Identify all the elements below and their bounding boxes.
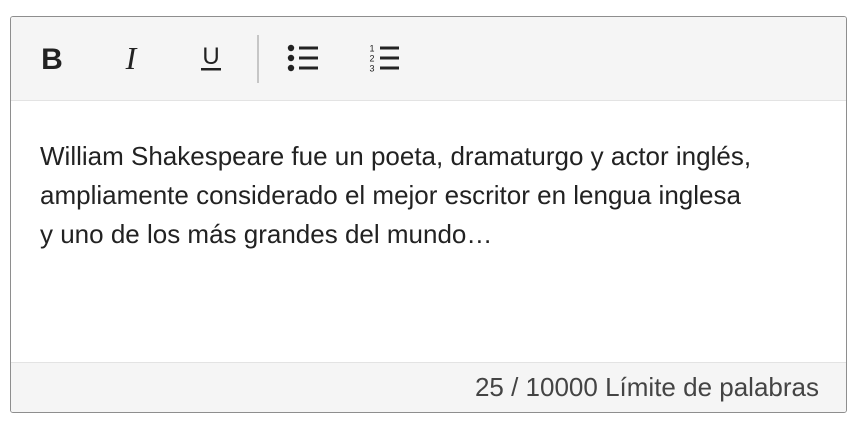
word-limit: 10000 — [525, 372, 598, 402]
svg-text:3: 3 — [369, 64, 374, 74]
italic-button[interactable]: I — [106, 33, 156, 83]
bold-glyph: B — [41, 43, 63, 75]
bulleted-list-button[interactable] — [279, 33, 329, 83]
bulleted-list-icon — [287, 44, 318, 72]
underline-button[interactable]: U — [186, 33, 236, 83]
numbered-list-icon: 1 2 3 — [369, 44, 399, 74]
underline-icon: U — [201, 43, 221, 71]
content-line: y uno de los más grandes del mundo… — [40, 219, 493, 249]
word-count: 25 — [474, 372, 504, 402]
editor-footer: 25 / 10000 Límite de palabras — [11, 362, 846, 412]
toolbar-divider — [257, 35, 259, 83]
bold-button[interactable]: B — [27, 33, 77, 83]
word-limit-label: Límite de palabras — [605, 372, 819, 402]
bold-icon: B — [41, 43, 63, 75]
underline-glyph: U — [202, 43, 219, 70]
editor-content[interactable]: William Shakespeare fue un poeta, dramat… — [11, 101, 846, 363]
svg-text:2: 2 — [369, 54, 374, 64]
italic-icon: I — [125, 41, 138, 75]
content-line: ampliamente considerado el mejor escrito… — [40, 180, 741, 210]
content-line: William Shakespeare fue un poeta, dramat… — [40, 141, 752, 171]
svg-text:1: 1 — [369, 44, 374, 54]
rich-text-editor: B I U 1 2 3 William Shakespeare fue un p… — [10, 16, 847, 413]
editor-toolbar: B I U 1 2 3 — [11, 17, 846, 101]
numbered-list-button[interactable]: 1 2 3 — [360, 33, 410, 83]
italic-glyph: I — [125, 41, 138, 75]
word-count-separator: / — [503, 372, 526, 402]
